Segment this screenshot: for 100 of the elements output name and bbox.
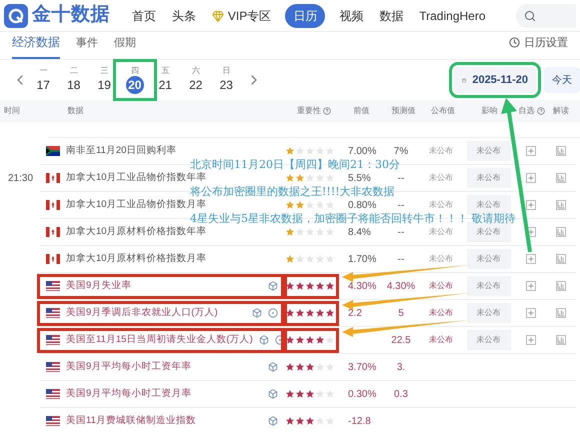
add-favorite-icon[interactable] bbox=[526, 254, 536, 264]
previous-value: 7.00% bbox=[348, 146, 376, 156]
cube-icon[interactable] bbox=[252, 308, 262, 318]
flag-icon bbox=[46, 362, 60, 372]
add-favorite-icon[interactable] bbox=[526, 200, 536, 210]
event-name[interactable]: 美国至11月15日当周初请失业金人数(万人) bbox=[66, 332, 253, 348]
add-favorite-icon[interactable] bbox=[526, 335, 536, 345]
flag-icon bbox=[46, 281, 60, 291]
star-icon bbox=[286, 417, 294, 425]
star-icon bbox=[306, 336, 314, 344]
event-name[interactable]: 美国9月失业率 bbox=[66, 278, 132, 294]
event-name[interactable]: 美国11月费城联储制造业指数 bbox=[66, 414, 196, 428]
event-name[interactable]: 南非至11月20日回购利率 bbox=[66, 144, 176, 158]
event-name[interactable]: 美国9月平均每小时工资月率 bbox=[66, 386, 192, 402]
annotation-text: 北京时间11月20日【周四】晚间21：30分 bbox=[190, 159, 400, 171]
day-button[interactable]: 一 17 bbox=[28, 66, 58, 94]
day-number: 21 bbox=[158, 77, 172, 94]
forecast-value: -- bbox=[398, 254, 404, 264]
chart-icon[interactable] bbox=[556, 146, 566, 156]
add-favorite-icon[interactable] bbox=[526, 173, 536, 183]
weekday-label: 三 bbox=[100, 66, 108, 76]
nav-link[interactable]: 首页 bbox=[130, 6, 158, 24]
event-name[interactable]: 加拿大10月工业品物价指数月率 bbox=[66, 198, 207, 212]
nav-link[interactable]: 头条 bbox=[170, 6, 198, 24]
weekday-label: 六 bbox=[192, 66, 200, 76]
day-button[interactable]: 三 19 bbox=[89, 66, 120, 94]
sub-tab[interactable]: 事件 bbox=[76, 34, 98, 59]
calendar-settings-link[interactable]: 日历设置 bbox=[509, 34, 568, 59]
star-icon bbox=[326, 255, 334, 263]
day-button[interactable]: 日 23 bbox=[211, 66, 242, 94]
event-name[interactable]: 加拿大10月原材料价格指数月率 bbox=[66, 252, 207, 266]
star-icon bbox=[286, 201, 294, 209]
chart-icon[interactable] bbox=[556, 308, 566, 318]
nav-link[interactable]: 视频 bbox=[337, 6, 366, 24]
star-icon bbox=[296, 174, 304, 182]
nav-link[interactable]: TradingHero bbox=[417, 6, 488, 24]
search-field[interactable] bbox=[516, 4, 576, 28]
chart-icon[interactable] bbox=[556, 173, 566, 183]
star-icon bbox=[306, 309, 314, 317]
column-header: 预测值 bbox=[391, 105, 416, 117]
cube-icon[interactable] bbox=[268, 281, 278, 291]
nav-link[interactable]: VIP专区 bbox=[210, 6, 274, 24]
day-button[interactable]: 二 18 bbox=[58, 66, 89, 94]
date-field[interactable]: 2025-11-20 bbox=[454, 67, 536, 93]
annotation-text: 将公布加密圈里的数据之王!!!!大非农数据 bbox=[190, 186, 395, 198]
event-name[interactable]: 加拿大10月工业品物价指数年率 bbox=[66, 170, 207, 186]
chart-icon[interactable] bbox=[556, 335, 566, 345]
weekday-label: 日 bbox=[222, 66, 230, 76]
add-favorite-icon[interactable] bbox=[526, 227, 536, 237]
event-name[interactable]: 美国9月平均每小时工资年率 bbox=[66, 360, 192, 374]
previous-value: 4.30% bbox=[348, 280, 376, 292]
day-number: 17 bbox=[36, 77, 50, 94]
day-button[interactable]: 四 20 bbox=[120, 66, 150, 94]
chart-icon[interactable] bbox=[556, 227, 566, 237]
star-icon bbox=[306, 255, 314, 263]
star-icon bbox=[286, 174, 294, 182]
target-icon[interactable] bbox=[268, 308, 278, 318]
star-icon bbox=[316, 147, 324, 155]
star-icon bbox=[286, 147, 294, 155]
chart-icon[interactable] bbox=[556, 254, 566, 264]
impact-chip: 未公布 bbox=[466, 141, 510, 161]
day-number: 19 bbox=[98, 77, 111, 94]
cube-icon[interactable] bbox=[268, 389, 278, 399]
star-icon bbox=[286, 228, 294, 236]
star-icon bbox=[296, 336, 304, 344]
star-icon bbox=[296, 390, 304, 398]
forecast-value: 7% bbox=[394, 146, 408, 156]
weekday-label: 二 bbox=[70, 66, 78, 76]
add-favorite-icon[interactable] bbox=[526, 281, 536, 291]
star-icon bbox=[286, 336, 294, 344]
star-icon bbox=[306, 417, 314, 425]
chart-icon[interactable] bbox=[556, 281, 566, 291]
star-icon bbox=[326, 363, 334, 371]
today-button[interactable]: 今天 bbox=[544, 67, 580, 93]
add-favorite-icon[interactable] bbox=[526, 308, 536, 318]
day-button[interactable]: 六 22 bbox=[180, 66, 211, 94]
day-number: 18 bbox=[67, 77, 80, 94]
actual-value: 未公布 bbox=[429, 227, 453, 236]
cube-icon[interactable] bbox=[258, 335, 269, 345]
add-favorite-icon[interactable] bbox=[526, 146, 536, 156]
day-button[interactable]: 五 21 bbox=[150, 66, 180, 94]
star-icon bbox=[296, 363, 304, 371]
logo-text[interactable]: 金十数据 bbox=[32, 1, 110, 30]
forecast-value: 0.3 bbox=[394, 388, 408, 400]
sub-tab[interactable]: 经济数据 bbox=[12, 33, 60, 59]
event-name[interactable]: 美国9月季调后非农就业人口(万人) bbox=[66, 306, 218, 320]
chart-icon[interactable] bbox=[556, 200, 566, 210]
cube-icon[interactable] bbox=[268, 416, 278, 426]
column-header: 数据 bbox=[67, 105, 84, 117]
logo-icon bbox=[4, 4, 28, 28]
forecast-value: -- bbox=[398, 200, 404, 210]
cube-icon[interactable] bbox=[268, 362, 278, 372]
star-icon bbox=[326, 309, 334, 317]
previous-value: 2.2 bbox=[348, 308, 362, 318]
event-name[interactable]: 加拿大10月原材料价格指数年率 bbox=[66, 224, 207, 240]
nav-link[interactable]: 日历 bbox=[285, 4, 326, 28]
nav-link[interactable]: 数据 bbox=[377, 6, 406, 24]
star-icon bbox=[316, 417, 324, 425]
sub-tab[interactable]: 假期 bbox=[114, 34, 136, 59]
previous-value: 1.70% bbox=[348, 254, 376, 264]
